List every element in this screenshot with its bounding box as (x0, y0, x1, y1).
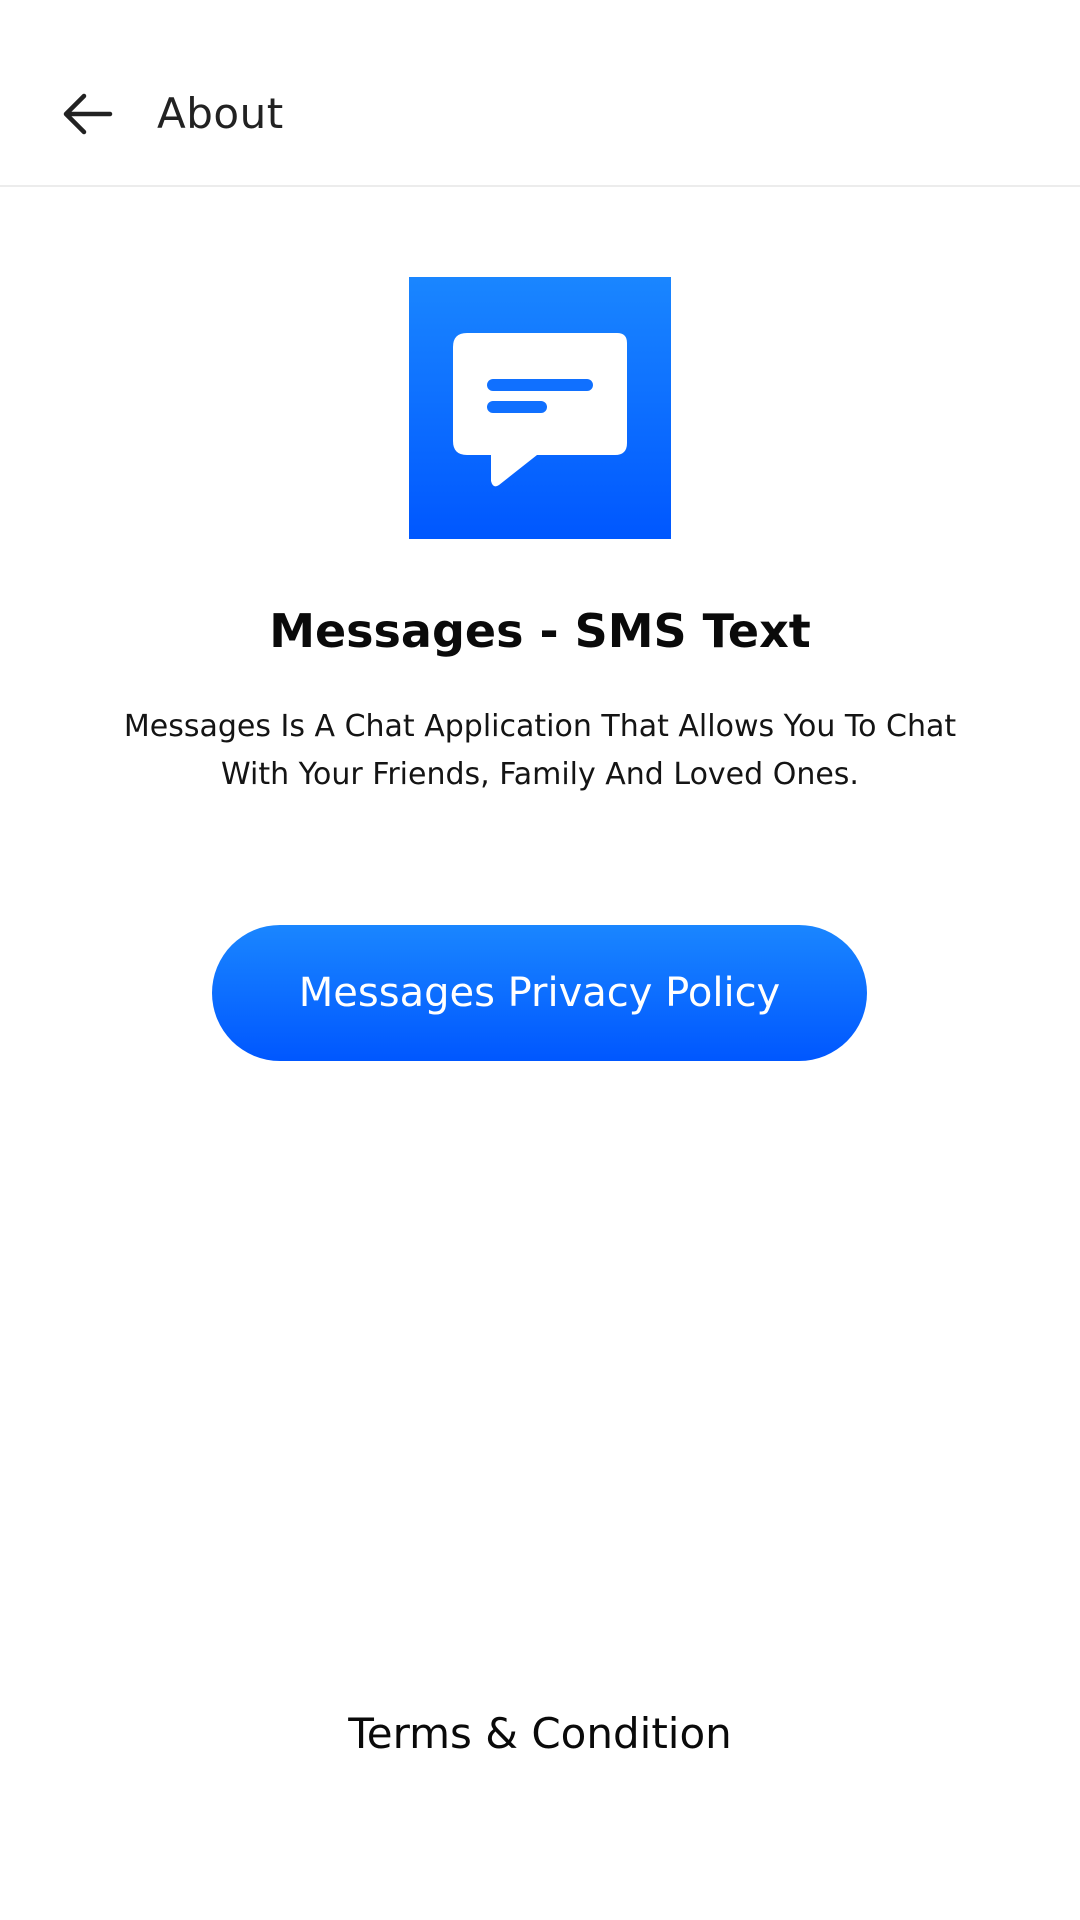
app-bar: About (0, 0, 1080, 187)
about-screen: About Messages - SMS Text Messages Is A … (0, 0, 1080, 1920)
arrow-left-icon (63, 93, 113, 135)
page-title: About (157, 89, 284, 138)
app-name: Messages - SMS Text (269, 604, 811, 658)
chat-bubble-icon (453, 333, 627, 487)
app-icon (409, 277, 671, 539)
privacy-policy-button[interactable]: Messages Privacy Policy (212, 925, 867, 1061)
back-button[interactable] (52, 78, 124, 150)
terms-and-condition-link[interactable]: Terms & Condition (0, 1704, 1080, 1764)
app-description: Messages Is A Chat Application That Allo… (123, 709, 957, 792)
